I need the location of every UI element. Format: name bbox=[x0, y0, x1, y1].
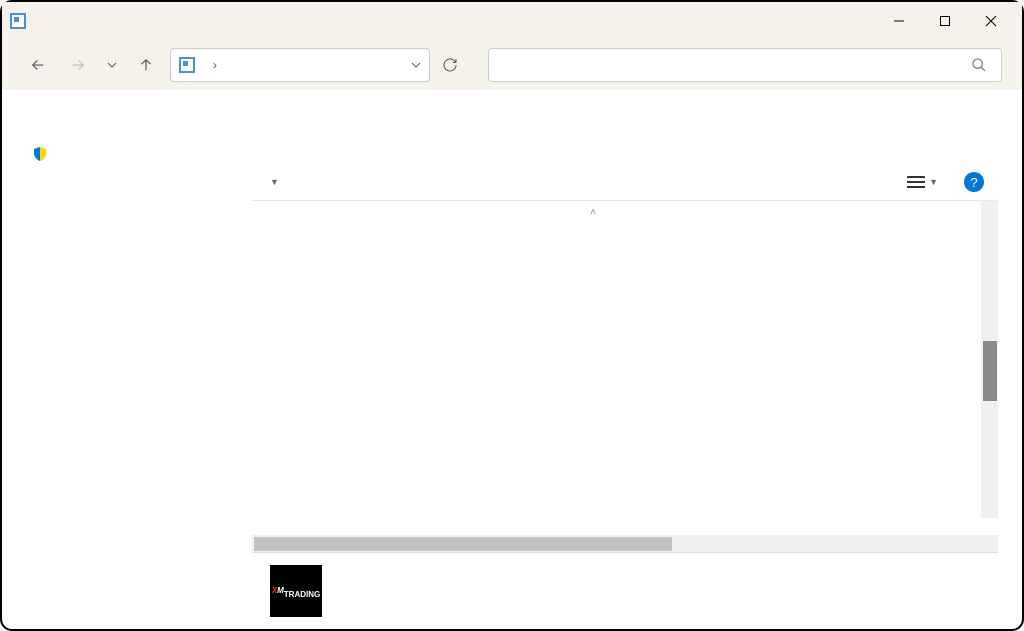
nav-toolbar: › bbox=[2, 40, 1022, 90]
location-icon bbox=[179, 57, 195, 73]
app-icon bbox=[10, 13, 26, 29]
list-view-icon bbox=[907, 175, 925, 189]
help-button[interactable]: ? bbox=[964, 172, 984, 192]
table-header: ˄ bbox=[252, 201, 998, 224]
column-name[interactable]: ˄ bbox=[266, 207, 636, 218]
column-date[interactable] bbox=[866, 207, 976, 218]
back-button[interactable] bbox=[22, 49, 54, 81]
main-panel: ▼ ▼ ? ˄ X bbox=[252, 90, 1022, 629]
sort-indicator-icon: ˄ bbox=[590, 207, 596, 218]
program-icon: XMTRADING bbox=[270, 565, 322, 617]
list-toolbar: ▼ ▼ ? bbox=[252, 164, 998, 201]
address-bar[interactable]: › bbox=[170, 48, 430, 82]
minimize-button[interactable] bbox=[876, 5, 922, 37]
chevron-right-icon: › bbox=[213, 58, 217, 72]
close-button[interactable] bbox=[968, 5, 1014, 37]
horizontal-scrollbar[interactable] bbox=[252, 535, 998, 552]
maximize-button[interactable] bbox=[922, 5, 968, 37]
chevron-down-icon[interactable] bbox=[411, 60, 421, 70]
recent-dropdown[interactable] bbox=[102, 49, 122, 81]
search-icon bbox=[971, 57, 987, 73]
vertical-scrollbar[interactable] bbox=[981, 201, 998, 518]
up-button[interactable] bbox=[130, 49, 162, 81]
refresh-button[interactable] bbox=[432, 48, 468, 82]
search-box[interactable] bbox=[488, 48, 1002, 82]
organize-button[interactable]: ▼ bbox=[266, 177, 279, 187]
sidebar bbox=[2, 90, 252, 629]
details-pane: XMTRADING bbox=[252, 552, 998, 629]
column-publisher[interactable] bbox=[636, 207, 866, 218]
view-options-button[interactable]: ▼ bbox=[907, 175, 938, 189]
forward-button[interactable] bbox=[62, 49, 94, 81]
shield-icon bbox=[32, 146, 48, 162]
titlebar bbox=[2, 2, 1022, 40]
